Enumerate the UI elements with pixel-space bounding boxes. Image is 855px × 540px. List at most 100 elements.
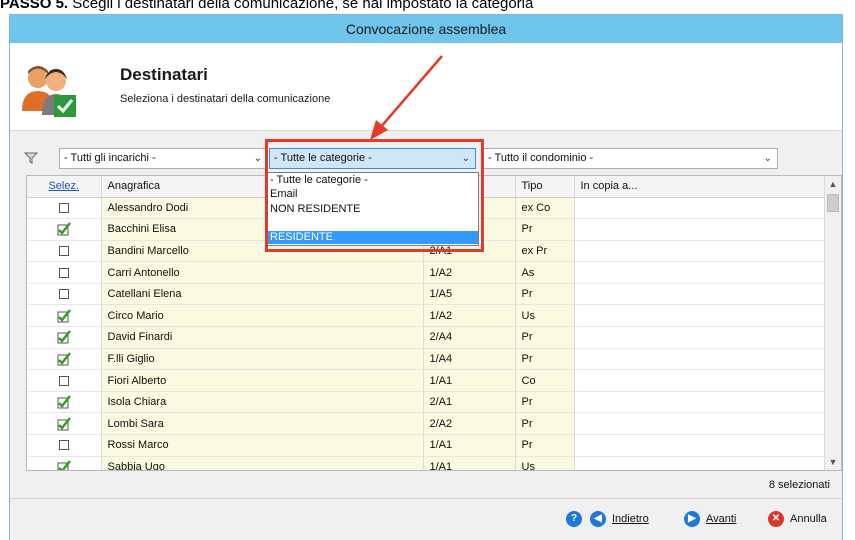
checked-checkbox-icon[interactable] bbox=[57, 416, 71, 431]
copia-cell[interactable] bbox=[574, 348, 826, 371]
table-row[interactable]: Isola Chiara 2/A1 Pr bbox=[27, 391, 826, 414]
dropdown-option[interactable]: Email bbox=[268, 187, 478, 201]
next-button[interactable]: ▶ Avanti bbox=[684, 510, 736, 528]
categorie-select-value: - Tutte le categorie - bbox=[274, 152, 372, 164]
funnel-icon[interactable] bbox=[24, 151, 38, 165]
table-row[interactable]: Sabbia Ugo 1/A1 Us bbox=[27, 456, 826, 471]
condominio-select-value: - Tutto il condominio - bbox=[488, 152, 594, 164]
incarichi-select-value: - Tutti gli incarichi - bbox=[64, 152, 156, 164]
chevron-down-icon: ⌄ bbox=[461, 153, 470, 164]
unita-cell: 1/A5 bbox=[423, 283, 516, 306]
col-tipo[interactable]: Tipo bbox=[515, 176, 575, 198]
copia-cell[interactable] bbox=[574, 369, 826, 392]
unchecked-checkbox[interactable] bbox=[58, 267, 69, 278]
unita-cell: 2/A2 bbox=[423, 412, 516, 436]
table-row[interactable]: David Finardi 2/A4 Pr bbox=[27, 326, 826, 349]
caption-step: PASSO 5. bbox=[0, 0, 69, 12]
copia-cell[interactable] bbox=[574, 261, 826, 284]
unita-cell: 1/A1 bbox=[423, 456, 516, 470]
help-button[interactable]: ? bbox=[566, 510, 588, 528]
back-arrow-icon: ◀ bbox=[590, 511, 606, 528]
unchecked-checkbox[interactable] bbox=[58, 246, 69, 257]
users-check-icon bbox=[22, 66, 76, 117]
anagrafica-cell: Fiori Alberto bbox=[101, 369, 424, 392]
back-label: Indietro bbox=[612, 513, 649, 525]
dropdown-option[interactable]: - Tutte le categorie - bbox=[268, 173, 478, 187]
next-label: Avanti bbox=[706, 513, 737, 525]
footer-bar: ? ◀ Indietro ▶ Avanti ✕ Annulla bbox=[10, 498, 842, 540]
table-row[interactable]: Lombi Sara 2/A2 Pr bbox=[27, 412, 826, 436]
unchecked-checkbox[interactable] bbox=[58, 440, 69, 451]
tipo-cell: Co bbox=[515, 369, 575, 392]
scroll-up-icon[interactable]: ▲ bbox=[825, 176, 841, 192]
copia-cell[interactable] bbox=[574, 326, 826, 349]
select-cell[interactable] bbox=[27, 434, 102, 457]
table-row[interactable]: Catellani Elena 1/A5 Pr bbox=[27, 283, 826, 306]
dropdown-option[interactable] bbox=[268, 216, 478, 230]
select-cell[interactable] bbox=[27, 261, 102, 284]
select-cell[interactable] bbox=[27, 304, 102, 328]
unita-cell: 1/A2 bbox=[423, 261, 516, 284]
tipo-cell: ex Pr bbox=[515, 240, 575, 263]
dropdown-option[interactable]: NON RESIDENTE bbox=[268, 202, 478, 216]
checked-checkbox-icon[interactable] bbox=[57, 352, 71, 366]
copia-cell[interactable] bbox=[574, 283, 826, 306]
scroll-thumb[interactable] bbox=[827, 194, 839, 212]
chevron-down-icon: ⌄ bbox=[763, 153, 772, 164]
dropdown-option[interactable]: RESIDENTE bbox=[268, 230, 478, 244]
select-cell[interactable] bbox=[27, 218, 102, 241]
copia-cell[interactable] bbox=[574, 456, 826, 470]
tipo-cell: Pr bbox=[515, 434, 575, 457]
select-cell[interactable] bbox=[27, 197, 102, 220]
select-cell[interactable] bbox=[27, 326, 102, 349]
checked-checkbox-icon[interactable] bbox=[57, 222, 71, 236]
table-row[interactable]: Carri Antonello 1/A2 As bbox=[27, 261, 826, 284]
copia-cell[interactable] bbox=[574, 434, 826, 457]
table-row[interactable]: Circo Mario 1/A2 Us bbox=[27, 304, 826, 328]
incarichi-select[interactable]: - Tutti gli incarichi - ⌄ bbox=[59, 148, 268, 169]
select-cell[interactable] bbox=[27, 283, 102, 306]
unita-cell: 2/A4 bbox=[423, 326, 516, 349]
unchecked-checkbox[interactable] bbox=[58, 289, 69, 300]
unita-cell: 1/A4 bbox=[423, 348, 516, 371]
anagrafica-cell: Sabbia Ugo bbox=[101, 456, 424, 470]
unita-cell: 1/A1 bbox=[423, 369, 516, 392]
unchecked-checkbox[interactable] bbox=[58, 202, 69, 213]
anagrafica-cell: F.lli Giglio bbox=[101, 348, 424, 371]
filter-bar: - Tutti gli incarichi - ⌄ - Tutte le cat… bbox=[10, 145, 842, 171]
tipo-cell: Pr bbox=[515, 283, 575, 306]
anagrafica-cell: Lombi Sara bbox=[101, 412, 424, 436]
select-cell[interactable] bbox=[27, 456, 102, 471]
table-row[interactable]: Fiori Alberto 1/A1 Co bbox=[27, 369, 826, 392]
anagrafica-cell: Rossi Marco bbox=[101, 434, 424, 457]
tipo-cell: Us bbox=[515, 456, 575, 470]
table-row[interactable]: F.lli Giglio 1/A4 Pr bbox=[27, 348, 826, 371]
checked-checkbox-icon[interactable] bbox=[57, 460, 71, 471]
select-cell[interactable] bbox=[27, 240, 102, 263]
copia-cell[interactable] bbox=[574, 412, 826, 436]
col-copia[interactable]: In copia a... bbox=[574, 176, 826, 198]
copia-cell[interactable] bbox=[574, 391, 826, 414]
copia-cell[interactable] bbox=[574, 240, 826, 263]
checked-checkbox-icon[interactable] bbox=[57, 395, 71, 409]
scroll-down-icon[interactable]: ▼ bbox=[825, 454, 841, 470]
categorie-select[interactable]: - Tutte le categorie - ⌄ bbox=[269, 148, 476, 169]
condominio-select[interactable]: - Tutto il condominio - ⌄ bbox=[483, 148, 778, 169]
vertical-scrollbar[interactable]: ▲ ▼ bbox=[824, 176, 841, 470]
table-row[interactable]: Rossi Marco 1/A1 Pr bbox=[27, 434, 826, 457]
select-cell[interactable] bbox=[27, 369, 102, 392]
select-cell[interactable] bbox=[27, 391, 102, 414]
back-button[interactable]: ◀ Indietro bbox=[590, 510, 649, 528]
copia-cell[interactable] bbox=[574, 218, 826, 241]
select-cell[interactable] bbox=[27, 412, 102, 436]
cancel-button[interactable]: ✕ Annulla bbox=[768, 510, 827, 528]
copia-cell[interactable] bbox=[574, 197, 826, 220]
select-cell[interactable] bbox=[27, 348, 102, 371]
unchecked-checkbox[interactable] bbox=[58, 375, 69, 386]
selected-count: 8 selezionati bbox=[768, 479, 830, 491]
col-selez[interactable]: Selez. bbox=[27, 176, 102, 198]
copia-cell[interactable] bbox=[574, 304, 826, 328]
checked-checkbox-icon[interactable] bbox=[57, 330, 71, 344]
checked-checkbox-icon[interactable] bbox=[57, 308, 71, 323]
forward-arrow-icon: ▶ bbox=[684, 511, 700, 528]
